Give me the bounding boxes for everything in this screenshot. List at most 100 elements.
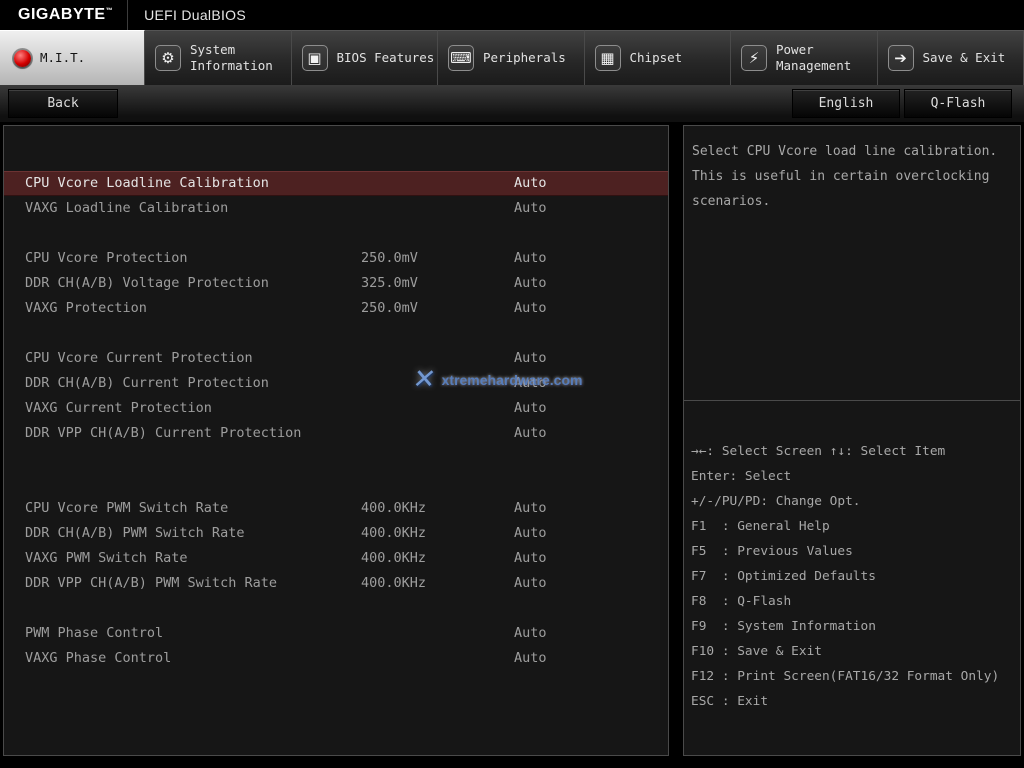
setting-label: DDR VPP CH(A/B) PWM Switch Rate <box>25 571 361 596</box>
trademark-symbol: ™ <box>106 8 114 15</box>
setting-row[interactable]: VAXG PWM Switch Rate400.0KHzAuto <box>4 546 668 571</box>
setting-current-value: 400.0KHz <box>361 546 514 571</box>
lightning-icon: ⚡ <box>741 45 767 71</box>
mit-red-dot-icon <box>14 50 31 67</box>
tab-chipset[interactable]: ▦ Chipset <box>585 30 732 85</box>
hotkey-line: F9 : System Information <box>691 614 1014 639</box>
setting-current-value: 400.0KHz <box>361 496 514 521</box>
setting-current-value <box>361 346 514 371</box>
tab-power-management[interactable]: ⚡ Power Management <box>731 30 878 85</box>
tab-mit[interactable]: M.I.T. <box>0 30 145 85</box>
tab-bar: M.I.T. ⚙ System Information ▣ BIOS Featu… <box>0 30 1024 85</box>
setting-label: DDR VPP CH(A/B) Current Protection <box>25 421 361 446</box>
setting-option-value: Auto <box>514 521 668 546</box>
right-panel: Select CPU Vcore load line calibration. … <box>683 125 1021 756</box>
setting-row[interactable]: VAXG Protection250.0mVAuto <box>4 296 668 321</box>
spacer <box>4 321 668 346</box>
back-button[interactable]: Back <box>8 89 118 118</box>
setting-option-value: Auto <box>514 246 668 271</box>
setting-row[interactable]: DDR VPP CH(A/B) Current ProtectionAuto <box>4 421 668 446</box>
chip-icon: ▦ <box>595 45 621 71</box>
bios-title: UEFI DualBIOS <box>128 7 246 23</box>
tab-label: Chipset <box>630 50 683 66</box>
setting-option-value: Auto <box>514 196 668 221</box>
setting-option-value: Auto <box>514 571 668 596</box>
setting-row[interactable]: VAXG Phase Control Auto <box>4 646 668 671</box>
spacer <box>4 446 668 496</box>
hotkey-line: F7 : Optimized Defaults <box>691 564 1014 589</box>
tab-save-exit[interactable]: ➔ Save & Exit <box>878 30 1024 85</box>
setting-current-value <box>361 196 514 221</box>
hotkey-line: Enter: Select <box>691 464 1014 489</box>
setting-label: CPU Vcore Protection <box>25 246 361 271</box>
tab-label: Power Management <box>776 42 877 75</box>
setting-current-value <box>361 646 514 671</box>
exit-arrow-icon: ➔ <box>888 45 914 71</box>
setting-label: DDR CH(A/B) Current Protection <box>25 371 361 396</box>
setting-option-value: Auto <box>514 396 668 421</box>
setting-label: VAXG Protection <box>25 296 361 321</box>
setting-option-value: Auto <box>514 621 668 646</box>
language-button[interactable]: English <box>792 89 900 118</box>
tab-peripherals[interactable]: ⌨ Peripherals <box>438 30 585 85</box>
hotkey-line: ESC : Exit <box>691 689 1014 714</box>
setting-label: DDR CH(A/B) Voltage Protection <box>25 271 361 296</box>
setting-current-value <box>361 621 514 646</box>
setting-row[interactable]: DDR CH(A/B) PWM Switch Rate400.0KHzAuto <box>4 521 668 546</box>
setting-option-value: Auto <box>514 546 668 571</box>
setting-label: PWM Phase Control <box>25 621 361 646</box>
setting-current-value <box>361 421 514 446</box>
help-text-box: Select CPU Vcore load line calibration. … <box>683 125 1021 401</box>
setting-label: CPU Vcore Current Protection <box>25 346 361 371</box>
hotkey-line: →←: Select Screen ↑↓: Select Item <box>691 439 1014 464</box>
setting-option-value: Auto <box>514 296 668 321</box>
setting-row[interactable]: DDR CH(A/B) Current Protection Auto <box>4 371 668 396</box>
gear-icon: ⚙ <box>155 45 181 71</box>
spacer <box>4 221 668 246</box>
toolbar: Back English Q-Flash <box>0 85 1024 122</box>
setting-current-value <box>361 171 514 196</box>
tab-label: M.I.T. <box>40 50 85 66</box>
tab-system-information[interactable]: ⚙ System Information <box>145 30 292 85</box>
spacer <box>4 596 668 621</box>
setting-label: CPU Vcore PWM Switch Rate <box>25 496 361 521</box>
setting-row[interactable]: DDR VPP CH(A/B) PWM Switch Rate400.0KHzA… <box>4 571 668 596</box>
hotkey-line: F8 : Q-Flash <box>691 589 1014 614</box>
setting-label: CPU Vcore Loadline Calibration <box>25 171 361 196</box>
qflash-button[interactable]: Q-Flash <box>904 89 1012 118</box>
tab-label: System Information <box>190 42 291 75</box>
setting-label: VAXG Current Protection <box>25 396 361 421</box>
setting-option-value: Auto <box>514 371 668 396</box>
keyboard-icon: ⌨ <box>448 45 474 71</box>
setting-row[interactable]: CPU Vcore Current Protection Auto <box>4 346 668 371</box>
setting-label: VAXG PWM Switch Rate <box>25 546 361 571</box>
setting-option-value: Auto <box>514 496 668 521</box>
setting-row[interactable]: VAXG Current Protection Auto <box>4 396 668 421</box>
setting-row[interactable]: DDR CH(A/B) Voltage Protection325.0mVAut… <box>4 271 668 296</box>
setting-option-value: Auto <box>514 171 668 196</box>
setting-option-value: Auto <box>514 271 668 296</box>
setting-current-value: 400.0KHz <box>361 521 514 546</box>
setting-current-value: 325.0mV <box>361 271 514 296</box>
setting-row[interactable]: PWM Phase Control Auto <box>4 621 668 646</box>
tab-label: BIOS Features <box>337 50 435 66</box>
setting-current-value <box>361 396 514 421</box>
setting-label: VAXG Phase Control <box>25 646 361 671</box>
setting-current-value: 250.0mV <box>361 246 514 271</box>
setting-label: DDR CH(A/B) PWM Switch Rate <box>25 521 361 546</box>
setting-row[interactable]: CPU Vcore Protection250.0mVAuto <box>4 246 668 271</box>
hotkey-line: F1 : General Help <box>691 514 1014 539</box>
setting-row[interactable]: VAXG Loadline CalibrationAuto <box>4 196 668 221</box>
setting-current-value: 400.0KHz <box>361 571 514 596</box>
setting-option-value: Auto <box>514 646 668 671</box>
hotkey-line: F5 : Previous Values <box>691 539 1014 564</box>
tab-bios-features[interactable]: ▣ BIOS Features <box>292 30 439 85</box>
setting-option-value: Auto <box>514 346 668 371</box>
hotkey-line: F12 : Print Screen(FAT16/32 Format Only) <box>691 664 1014 689</box>
setting-row[interactable]: CPU Vcore PWM Switch Rate400.0KHzAuto <box>4 496 668 521</box>
setting-row[interactable]: CPU Vcore Loadline Calibration Auto <box>4 171 668 196</box>
tab-label: Save & Exit <box>923 50 1006 66</box>
settings-panel: CPU Vcore Loadline CalibrationAutoVAXG L… <box>3 125 669 756</box>
window-icon: ▣ <box>302 45 328 71</box>
hotkey-line: F10 : Save & Exit <box>691 639 1014 664</box>
